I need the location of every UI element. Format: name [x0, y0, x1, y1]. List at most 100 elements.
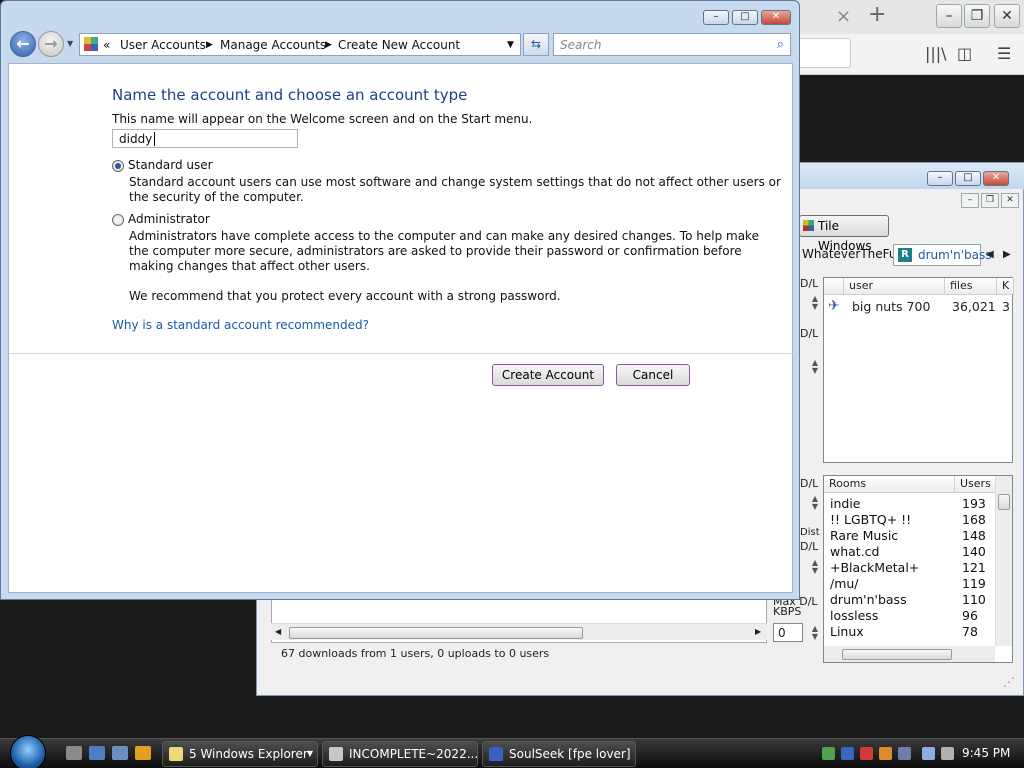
- spinner-icon[interactable]: ▲ ▼: [808, 559, 822, 575]
- list-item[interactable]: lossless 96: [830, 608, 1010, 624]
- dl-label: D/L: [800, 477, 819, 490]
- standard-user-label[interactable]: Standard user: [128, 158, 213, 172]
- scroll-thumb[interactable]: [289, 627, 583, 639]
- rooms-scrollbar[interactable]: [995, 476, 1012, 646]
- spinner-icon[interactable]: ▲ ▼: [808, 359, 822, 375]
- list-item[interactable]: !! LGBTQ+ !! 168: [830, 512, 1010, 528]
- volume-icon[interactable]: [941, 747, 954, 760]
- chat-tab-whateverthefu[interactable]: WhateverTheFu: [802, 247, 897, 261]
- close-icon[interactable]: ✕: [994, 4, 1020, 28]
- list-item[interactable]: Rare Music 148: [830, 528, 1010, 544]
- tray-icon[interactable]: [822, 747, 835, 760]
- breadcrumb-manage-accounts[interactable]: Manage Accounts: [220, 38, 326, 52]
- standard-user-radio[interactable]: [112, 160, 124, 172]
- divider: [9, 353, 794, 354]
- close-icon[interactable]: ✕: [983, 171, 1009, 186]
- breadcrumb-create-new-account[interactable]: Create New Account: [338, 38, 460, 52]
- tile-windows-button[interactable]: Tile Windows: [799, 215, 889, 253]
- forward-icon[interactable]: →: [38, 31, 64, 57]
- maximize-icon[interactable]: □: [732, 10, 758, 25]
- scroll-thumb[interactable]: [842, 649, 952, 660]
- minimize-icon[interactable]: –: [703, 10, 729, 25]
- mdi-minimize-icon[interactable]: –: [961, 193, 979, 208]
- transfers-hscrollbar[interactable]: ◀ ▶: [271, 623, 767, 640]
- list-item[interactable]: /mu/119: [830, 576, 1010, 592]
- quicklaunch-icon[interactable]: [89, 746, 105, 760]
- taskbar-item-incomplete[interactable]: INCOMPLETE~2022...: [322, 741, 478, 767]
- search-icon[interactable]: ⌕: [777, 37, 784, 52]
- table-row[interactable]: ✈ big nuts 700 36,021 3: [828, 298, 1012, 314]
- taskbar: 5 Windows Explorer ▼ INCOMPLETE~2022... …: [0, 735, 1024, 768]
- minimize-icon[interactable]: –: [936, 4, 962, 28]
- taskbar-item-windows-explorer[interactable]: 5 Windows Explorer ▼: [162, 741, 318, 767]
- scroll-left-icon[interactable]: ◀: [275, 627, 281, 636]
- tray-icon[interactable]: [898, 747, 911, 760]
- refresh-icon[interactable]: ⇆: [523, 33, 549, 56]
- list-item[interactable]: what.cd 140: [830, 544, 1010, 560]
- rooms-header-rooms[interactable]: Rooms: [824, 476, 955, 493]
- scroll-thumb[interactable]: [998, 494, 1010, 510]
- minimize-icon[interactable]: –: [927, 171, 953, 186]
- address-bar[interactable]: « User Accounts ▶ Manage Accounts ▶ Crea…: [79, 33, 521, 56]
- restore-icon[interactable]: ❐: [964, 4, 990, 28]
- administrator-label[interactable]: Administrator: [128, 212, 210, 226]
- spinner-icon[interactable]: ▲ ▼: [808, 495, 822, 511]
- users-header-user[interactable]: user: [844, 278, 945, 295]
- show-desktop-icon[interactable]: [66, 746, 82, 760]
- start-orb-icon[interactable]: [10, 735, 46, 768]
- kbps-input[interactable]: 0: [773, 623, 803, 642]
- users-header-files[interactable]: files: [945, 278, 997, 295]
- tab-scroll-right-icon[interactable]: ▶: [1003, 249, 1011, 260]
- dl-label: D/L: [800, 327, 819, 340]
- search-input[interactable]: Search ⌕: [553, 33, 791, 56]
- firefox-url-field[interactable]: [798, 38, 851, 68]
- spinner-icon[interactable]: ▲ ▼: [808, 295, 822, 311]
- create-account-button[interactable]: Create Account: [492, 364, 604, 386]
- account-name-input[interactable]: diddy: [112, 129, 298, 148]
- group-dropdown-icon[interactable]: ▼: [307, 742, 313, 766]
- resize-grip-icon[interactable]: ⋰: [1003, 675, 1015, 689]
- sidebar-icon[interactable]: ◫: [957, 44, 972, 63]
- users-header-k[interactable]: K: [997, 278, 1014, 295]
- rooms-header-users[interactable]: Users: [955, 476, 996, 493]
- breadcrumb-chevron-icon[interactable]: ▶: [206, 40, 213, 50]
- mdi-restore-icon[interactable]: ❐: [981, 193, 999, 208]
- chat-tab-drumnbass[interactable]: R drum'n'bass: [893, 244, 992, 266]
- tray-icon[interactable]: [879, 747, 892, 760]
- standard-user-desc-2: the security of the computer.: [129, 190, 304, 204]
- maximize-icon[interactable]: □: [955, 171, 981, 186]
- breadcrumb-chevron-icon[interactable]: ▶: [325, 40, 332, 50]
- list-item[interactable]: drum'n'bass 110: [830, 592, 1010, 608]
- scroll-right-icon[interactable]: ▶: [755, 627, 761, 636]
- users-list[interactable]: user files K ✈ big nuts 700 36,021 3: [823, 277, 1014, 463]
- taskbar-item-soulseek[interactable]: SoulSeek [fpe lover] ...: [482, 741, 636, 767]
- administrator-radio[interactable]: [112, 214, 124, 226]
- address-dropdown-icon[interactable]: ▼: [507, 40, 514, 50]
- close-icon[interactable]: ✕: [761, 10, 791, 25]
- back-icon[interactable]: ←: [10, 31, 36, 57]
- switch-windows-icon[interactable]: [112, 746, 128, 760]
- list-item[interactable]: +BlackMetal+ 121: [830, 560, 1010, 576]
- why-standard-link[interactable]: Why is a standard account recommended?: [112, 318, 369, 332]
- tray-icon[interactable]: [860, 747, 873, 760]
- tab-scroll-left-icon[interactable]: ◀: [986, 249, 994, 260]
- library-icon[interactable]: |||\: [925, 44, 947, 63]
- cancel-button[interactable]: Cancel: [616, 364, 690, 386]
- menu-icon[interactable]: ☰: [997, 44, 1011, 63]
- kbps-spinner-icon[interactable]: ▲ ▼: [808, 625, 822, 641]
- media-player-icon[interactable]: [135, 746, 151, 760]
- recent-pages-icon[interactable]: ▼: [67, 39, 73, 48]
- breadcrumb-user-accounts[interactable]: User Accounts: [120, 38, 206, 52]
- list-item[interactable]: indie 193: [830, 496, 1010, 512]
- rooms-list[interactable]: Rooms Users indie 193 !! LGBTQ+ !! 168 Rar…: [823, 475, 1013, 663]
- rooms-hscrollbar[interactable]: [824, 646, 995, 662]
- tray-icon[interactable]: [841, 747, 854, 760]
- network-icon[interactable]: [922, 747, 935, 760]
- status-text: 67 downloads from 1 users, 0 uploads to …: [281, 647, 550, 660]
- clock[interactable]: 9:45 PM: [962, 746, 1010, 760]
- mdi-close-icon[interactable]: ✕: [1001, 193, 1019, 208]
- new-tab-icon[interactable]: +: [868, 2, 886, 27]
- breadcrumb-overflow[interactable]: «: [103, 38, 110, 52]
- tab-close-icon[interactable]: ×: [836, 6, 851, 27]
- list-item[interactable]: Linux 78: [830, 624, 1010, 640]
